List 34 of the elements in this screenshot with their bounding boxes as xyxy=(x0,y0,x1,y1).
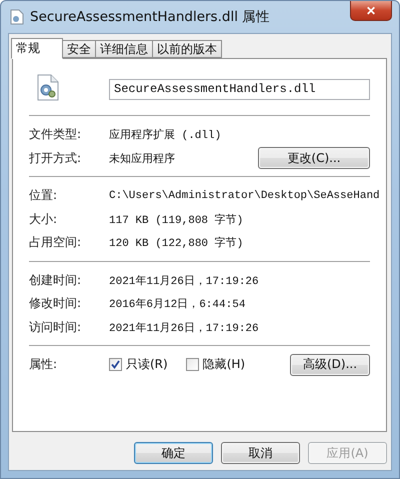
checkbox-label: 只读(R) xyxy=(126,356,168,374)
property-label: 文件类型: xyxy=(29,126,82,144)
property-label: 属性: xyxy=(29,356,58,374)
tab[interactable]: 以前的版本 xyxy=(152,40,222,58)
property-label: 大小: xyxy=(29,210,58,228)
tab[interactable]: 详细信息 xyxy=(95,40,153,58)
property-label: 创建时间: xyxy=(29,272,82,289)
property-label: 占用空间: xyxy=(29,234,82,252)
window-title: SecureAssessmentHandlers.dll 属性 xyxy=(30,8,270,26)
property-value: 117 KB (119,808 字节) xyxy=(109,212,244,227)
property-label: 修改时间: xyxy=(29,295,82,312)
checkbox[interactable] xyxy=(109,358,122,372)
property-value: 2021年11月26日，17:19:26 xyxy=(109,321,260,335)
close-button[interactable]: ✕ xyxy=(350,1,392,21)
property-label: 位置: xyxy=(29,187,58,204)
property-value: 120 KB (122,880 字节) xyxy=(109,236,244,250)
advanced-button[interactable]: 高级(D)... xyxy=(290,354,370,376)
property-value: 未知应用程序 xyxy=(109,152,176,166)
tab[interactable]: 安全 xyxy=(62,40,96,58)
property-value: 2021年11月26日，17:19:26 xyxy=(109,274,260,288)
checkbox-label: 隐藏(H) xyxy=(202,356,246,374)
file-icon xyxy=(10,9,24,25)
property-value: C:\Users\Administrator\Desktop\SeAsseHand xyxy=(109,190,380,202)
checkbox[interactable] xyxy=(186,358,199,372)
file-name-field[interactable]: SecureAssessmentHandlers.dll xyxy=(109,78,370,100)
property-label: 访问时间: xyxy=(29,318,82,336)
change-button[interactable]: 更改(C)... xyxy=(258,147,370,170)
dialog-button[interactable]: 取消 xyxy=(221,442,300,464)
property-label: 打开方式: xyxy=(29,150,82,167)
dialog-button[interactable]: 确定 xyxy=(134,442,213,464)
property-value: 2016年6月12日，6:44:54 xyxy=(109,297,246,312)
file-gear-icon xyxy=(37,74,59,101)
property-value: 应用程序扩展 (.dll) xyxy=(109,128,222,142)
tab[interactable]: 常规 xyxy=(11,38,63,59)
